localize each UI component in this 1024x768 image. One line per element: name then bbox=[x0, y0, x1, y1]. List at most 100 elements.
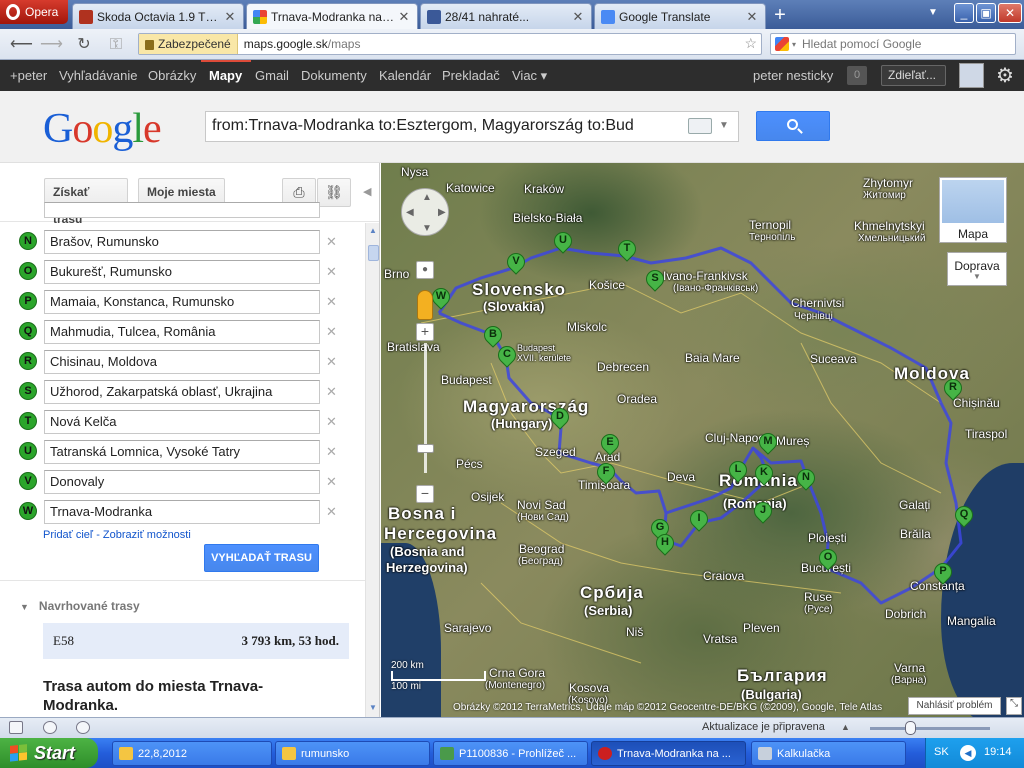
scroll-up-icon[interactable]: ▲ bbox=[369, 226, 377, 235]
remove-waypoint-icon[interactable]: ✕ bbox=[326, 384, 337, 400]
route-pin[interactable]: J bbox=[750, 498, 776, 524]
avatar[interactable] bbox=[959, 63, 984, 88]
expand-corner-icon[interactable]: ⤡ bbox=[1006, 697, 1022, 715]
route-pin[interactable]: W bbox=[428, 284, 454, 310]
nav-gmail[interactable]: Gmail bbox=[255, 68, 289, 83]
waypoint-marker[interactable]: S bbox=[19, 382, 37, 400]
route-pin[interactable]: F bbox=[593, 459, 619, 485]
zoom-slider-knob[interactable] bbox=[905, 721, 916, 735]
panel-toggle-icon[interactable] bbox=[9, 721, 23, 734]
waypoint-marker[interactable]: U bbox=[19, 442, 37, 460]
route-pin[interactable]: N bbox=[793, 465, 819, 491]
clock[interactable]: 19:14 bbox=[984, 746, 1012, 758]
waypoint-marker[interactable]: R bbox=[19, 352, 37, 370]
nav-search[interactable]: Vyhľadávanie bbox=[59, 68, 137, 83]
show-options-link[interactable]: Zobraziť možnosti bbox=[103, 529, 191, 541]
collapse-panel-icon[interactable]: ◀ bbox=[363, 185, 371, 198]
pan-down-icon[interactable]: ▼ bbox=[422, 223, 432, 234]
pan-right-icon[interactable]: ▶ bbox=[438, 207, 446, 218]
browser-tab[interactable]: Google Translate ✕ bbox=[594, 3, 766, 29]
browser-tab[interactable]: Skoda Octavia 1.9 TDI P... ✕ bbox=[72, 3, 244, 29]
user-name[interactable]: peter nesticky bbox=[753, 68, 833, 83]
remove-waypoint-icon[interactable]: ✕ bbox=[326, 234, 337, 250]
status-caret-icon[interactable]: ▲ bbox=[841, 722, 850, 732]
zoom-in-button[interactable]: + bbox=[416, 323, 434, 341]
waypoint-marker[interactable]: O bbox=[19, 262, 37, 280]
remove-waypoint-icon[interactable]: ✕ bbox=[326, 264, 337, 280]
route-pin[interactable]: L bbox=[725, 457, 751, 483]
zoom-slider-track[interactable] bbox=[424, 343, 427, 473]
link-icon[interactable]: ⛓ bbox=[317, 178, 351, 207]
remove-waypoint-icon[interactable]: ✕ bbox=[326, 414, 337, 430]
nav-maps[interactable]: Mapy bbox=[209, 68, 242, 83]
route-pin[interactable]: C bbox=[494, 342, 520, 368]
waypoint-marker[interactable]: Q bbox=[19, 322, 37, 340]
browser-tab-active[interactable]: Trnava-Modranka na Trn... ✕ bbox=[246, 3, 418, 29]
taskbar-item[interactable]: 22,8,2012 bbox=[112, 741, 272, 766]
route-pin[interactable]: H bbox=[652, 530, 678, 556]
route-pin[interactable]: E bbox=[597, 430, 623, 456]
nav-documents[interactable]: Dokumenty bbox=[301, 68, 367, 83]
waypoint-marker[interactable]: P bbox=[19, 292, 37, 310]
nav-plus-peter[interactable]: +peter bbox=[10, 68, 47, 83]
zoom-slider-track[interactable] bbox=[870, 727, 990, 730]
tray-expand-icon[interactable]: ◀ bbox=[960, 745, 976, 761]
pan-up-icon[interactable]: ▲ bbox=[422, 192, 432, 203]
remove-waypoint-icon[interactable]: ✕ bbox=[326, 324, 337, 340]
route-pin[interactable]: S bbox=[642, 266, 668, 292]
waypoint-input[interactable]: Tatranská Lomnica, Vysoké Tatry bbox=[44, 440, 320, 464]
waypoint-input[interactable]: Donovaly bbox=[44, 470, 320, 494]
map-type-button[interactable]: Mapa bbox=[939, 177, 1007, 243]
search-route-button[interactable]: VYHĽADAŤ TRASU bbox=[204, 544, 319, 572]
waypoint-input[interactable]: Trnava-Modranka bbox=[44, 500, 320, 524]
remove-waypoint-icon[interactable]: ✕ bbox=[326, 474, 337, 490]
reset-view-icon[interactable]: ● bbox=[416, 261, 434, 279]
route-pin[interactable]: D bbox=[547, 404, 573, 430]
route-pin[interactable]: P bbox=[930, 559, 956, 585]
panel-scrollbar[interactable]: ▲ ▼ bbox=[365, 223, 379, 717]
update-status-text[interactable]: Aktualizace je připravena bbox=[702, 721, 825, 733]
nav-images[interactable]: Obrázky bbox=[148, 68, 196, 83]
pan-left-icon[interactable]: ◀ bbox=[406, 207, 414, 218]
route-pin[interactable]: V bbox=[503, 249, 529, 275]
notification-count[interactable]: 0 bbox=[847, 66, 867, 85]
security-badge[interactable]: Zabezpečené bbox=[139, 34, 238, 54]
waypoint-marker[interactable]: N bbox=[19, 232, 37, 250]
close-window-button[interactable]: ✕ bbox=[998, 3, 1022, 23]
taskbar-item[interactable]: rumunsko bbox=[275, 741, 430, 766]
keyboard-icon[interactable] bbox=[688, 118, 712, 134]
tab-menu-caret-icon[interactable]: ▼ bbox=[928, 7, 938, 18]
reload-icon[interactable]: ↻ bbox=[74, 35, 94, 55]
tab-close-icon[interactable]: ✕ bbox=[571, 9, 585, 25]
zoom-slider-thumb[interactable] bbox=[417, 444, 434, 453]
engine-dropdown-icon[interactable]: ▾ bbox=[792, 40, 796, 49]
forward-arrow-icon[interactable]: ⟶ bbox=[40, 35, 63, 55]
minimize-button[interactable]: _ bbox=[954, 3, 974, 23]
share-button[interactable]: Zdieľať... bbox=[881, 65, 946, 86]
route-pin[interactable]: I bbox=[686, 506, 712, 532]
waypoint-input[interactable]: Bukurešť, Rumunsko bbox=[44, 260, 320, 284]
waypoint-input-partial[interactable] bbox=[44, 202, 320, 218]
waypoint-marker[interactable]: T bbox=[19, 412, 37, 430]
back-arrow-icon[interactable]: ⟵ bbox=[10, 35, 33, 55]
taskbar-item-active[interactable]: Trnava-Modranka na ... bbox=[591, 741, 746, 766]
suggested-routes-header[interactable]: ▼ Navrhované trasy bbox=[20, 599, 140, 613]
route-pin[interactable]: U bbox=[550, 228, 576, 254]
route-pin[interactable]: M bbox=[755, 429, 781, 455]
google-logo[interactable]: Google bbox=[43, 105, 162, 153]
nav-calendar[interactable]: Kalendár bbox=[379, 68, 431, 83]
waypoint-marker[interactable]: V bbox=[19, 472, 37, 490]
add-destination-link[interactable]: Pridať cieľ bbox=[43, 529, 93, 541]
remove-waypoint-icon[interactable]: ✕ bbox=[326, 354, 337, 370]
taskbar-item[interactable]: P1100836 - Prohlížeč ... bbox=[433, 741, 588, 766]
nav-translate[interactable]: Prekladač bbox=[442, 68, 500, 83]
address-field[interactable]: Zabezpečené maps.google.sk /maps ☆ bbox=[138, 33, 762, 55]
street-view-pegman-icon[interactable] bbox=[417, 290, 433, 320]
route-pin[interactable]: T bbox=[614, 236, 640, 262]
waypoint-marker[interactable]: W bbox=[19, 502, 37, 520]
route-pin[interactable]: B bbox=[480, 322, 506, 348]
search-input[interactable]: from:Trnava-Modranka to:Esztergom, Magya… bbox=[205, 111, 739, 142]
remove-waypoint-icon[interactable]: ✕ bbox=[326, 444, 337, 460]
key-icon[interactable]: ⚿ bbox=[106, 35, 126, 55]
maximize-button[interactable]: ▣ bbox=[976, 3, 996, 23]
